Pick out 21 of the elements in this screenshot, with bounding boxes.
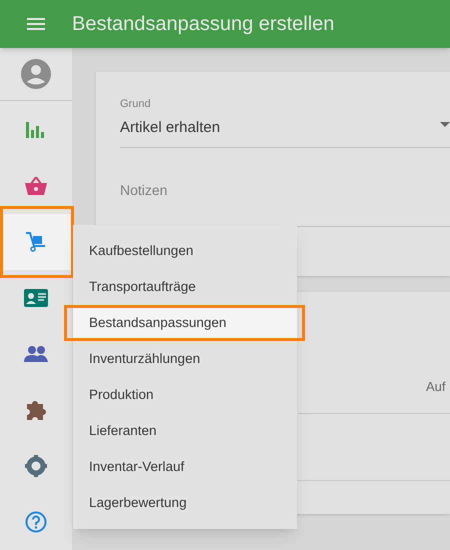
reason-dropdown[interactable]: Grund Artikel erhalten xyxy=(120,96,450,148)
puzzle-icon[interactable] xyxy=(25,399,47,421)
menu-item[interactable]: Inventar-Verlauf xyxy=(73,449,297,485)
help-icon[interactable] xyxy=(25,511,47,533)
basket-icon[interactable] xyxy=(25,177,47,195)
id-card-icon[interactable] xyxy=(24,289,48,307)
dropdown-arrow-icon xyxy=(440,122,450,127)
menu-item[interactable]: Lagerbewertung xyxy=(73,485,297,521)
menu-item[interactable]: Lieferanten xyxy=(73,413,297,449)
settings-icon[interactable] xyxy=(25,455,47,477)
column-header: Auf xyxy=(426,378,446,396)
menu-icon[interactable] xyxy=(27,18,45,30)
menu-item[interactable]: Kaufbestellungen xyxy=(73,233,297,269)
menu-item[interactable]: Inventurzählungen xyxy=(73,341,297,377)
menu-item[interactable]: Produktion xyxy=(73,377,297,413)
people-icon[interactable] xyxy=(24,346,48,362)
avatar-icon[interactable] xyxy=(21,59,51,89)
menu-item[interactable]: Transportaufträge xyxy=(73,269,297,305)
chart-icon[interactable] xyxy=(26,122,46,138)
page-title: Bestandsanpassung erstellen xyxy=(72,12,334,37)
cart-icon[interactable] xyxy=(24,230,48,254)
